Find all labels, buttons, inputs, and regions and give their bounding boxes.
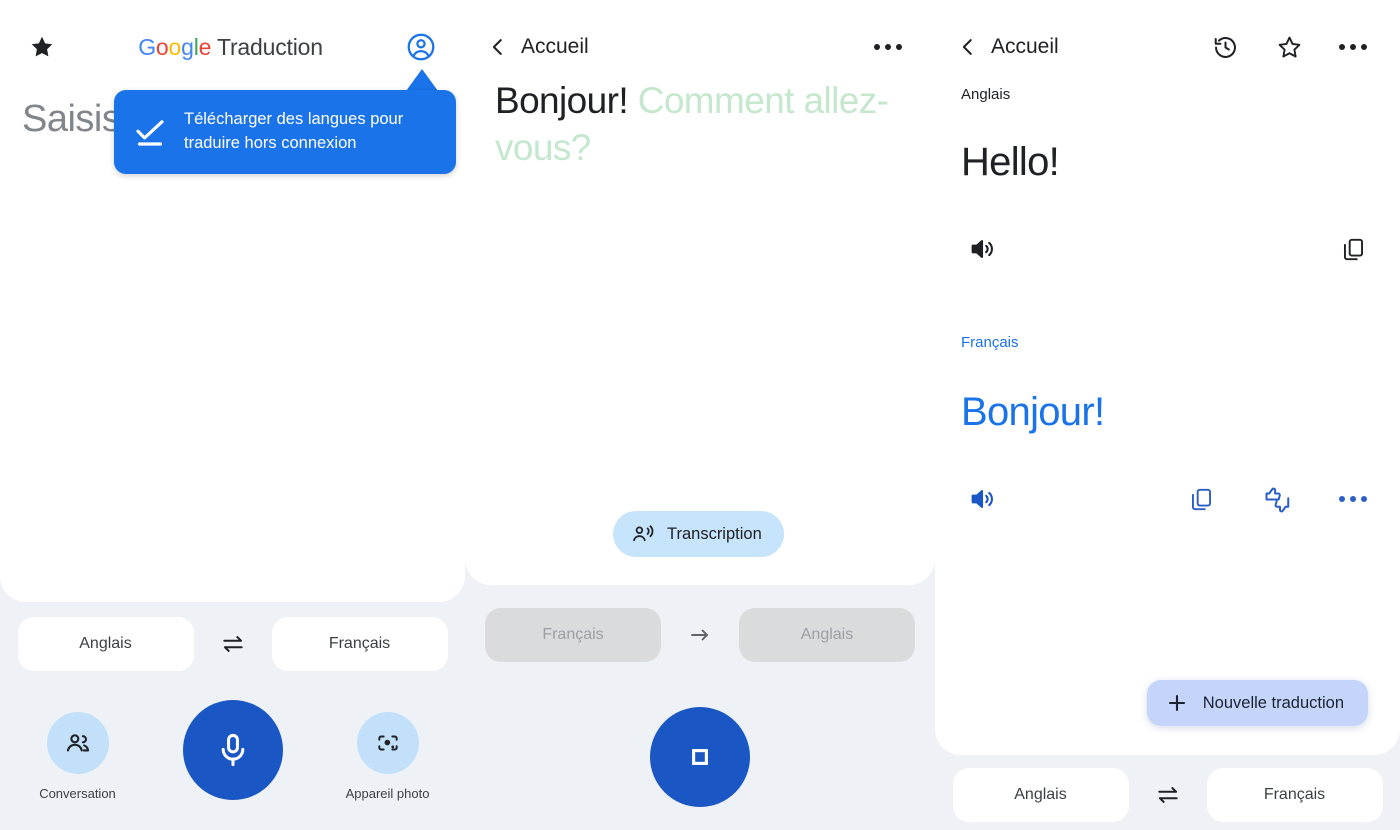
back-button[interactable]: Accueil bbox=[957, 35, 1059, 59]
logo-letter-o2: o bbox=[168, 33, 182, 60]
panel-home: Google Traduction Saisis Télécharger des… bbox=[0, 0, 465, 830]
target-language-chip[interactable]: Français bbox=[1206, 768, 1383, 822]
star-outline-icon[interactable] bbox=[1268, 26, 1310, 68]
microphone-icon bbox=[182, 700, 283, 800]
tooltip-text: Télécharger des langues pour traduire ho… bbox=[184, 108, 403, 156]
source-text: Hello! bbox=[961, 140, 1060, 184]
microphone-button[interactable] bbox=[155, 700, 310, 800]
product-name: Traduction bbox=[211, 33, 323, 60]
panel1-language-bar: Anglais Français bbox=[0, 617, 465, 671]
tooltip-line-2: traduire hors connexion bbox=[184, 133, 357, 152]
logo-letter-e: e bbox=[198, 33, 212, 60]
panel3-language-bar: Anglais Français bbox=[935, 768, 1400, 822]
panel3-card bbox=[935, 0, 1400, 755]
text-input-placeholder[interactable]: Saisis bbox=[22, 98, 121, 141]
volume-up-icon[interactable] bbox=[961, 478, 1003, 520]
copy-icon[interactable] bbox=[1332, 228, 1374, 270]
account-circle-icon[interactable] bbox=[399, 25, 443, 69]
more-horizontal-icon[interactable] bbox=[867, 26, 909, 68]
back-label: Accueil bbox=[521, 35, 589, 58]
camera-button[interactable]: Appareil photo bbox=[310, 712, 465, 801]
source-action-row bbox=[961, 228, 1374, 270]
new-translation-label: Nouvelle traduction bbox=[1202, 693, 1344, 712]
star-filled-icon[interactable] bbox=[22, 27, 62, 67]
chevron-left-icon bbox=[487, 36, 509, 58]
transcription-label: Transcription bbox=[667, 524, 762, 543]
screen: Google Traduction Saisis Télécharger des… bbox=[0, 0, 1400, 830]
source-language-chip[interactable]: Anglais bbox=[17, 617, 194, 671]
plus-icon bbox=[1165, 691, 1189, 715]
thumbs-up-down-icon[interactable] bbox=[1256, 478, 1298, 520]
target-language-chip[interactable]: Français bbox=[271, 617, 448, 671]
arrow-right-icon bbox=[661, 623, 739, 647]
camera-lens-icon bbox=[356, 712, 419, 774]
panel1-action-row: Conversation Appareil photo bbox=[0, 700, 465, 801]
source-language-chip: Français bbox=[485, 608, 661, 662]
swap-horizontal-icon[interactable] bbox=[194, 631, 272, 657]
stop-recording-button[interactable] bbox=[465, 707, 935, 807]
logo-letter-g2: g bbox=[181, 33, 194, 60]
tooltip-line-1: Télécharger des langues pour bbox=[184, 110, 404, 128]
transcript-final: Bonjour! bbox=[495, 80, 638, 121]
person-speaking-icon bbox=[631, 522, 655, 546]
panel2-language-bar: Français Anglais bbox=[465, 608, 935, 662]
new-translation-button[interactable]: Nouvelle traduction bbox=[1146, 680, 1368, 726]
download-done-icon bbox=[132, 114, 168, 150]
logo-letter-o1: o bbox=[155, 33, 169, 60]
back-label: Accueil bbox=[991, 35, 1059, 58]
more-horizontal-icon[interactable] bbox=[1332, 26, 1374, 68]
two-people-icon bbox=[46, 712, 109, 774]
tooltip-arrow bbox=[406, 69, 438, 91]
panel1-topbar: Google Traduction bbox=[0, 0, 465, 94]
chevron-left-icon bbox=[957, 36, 979, 58]
offline-languages-tooltip[interactable]: Télécharger des langues pour traduire ho… bbox=[114, 90, 456, 174]
live-transcript: Bonjour! Comment allez-vous? bbox=[495, 78, 907, 172]
panel-translation-result: Accueil Anglais Hello! Français Bonjour!… bbox=[935, 0, 1400, 830]
panel3-topbar: Accueil bbox=[935, 0, 1400, 94]
conversation-button[interactable]: Conversation bbox=[0, 712, 155, 801]
target-action-row bbox=[961, 478, 1374, 520]
source-language-chip[interactable]: Anglais bbox=[952, 768, 1129, 822]
logo-letter-g1: G bbox=[138, 33, 156, 60]
target-language-chip: Anglais bbox=[739, 608, 915, 662]
panel-live-transcribe: Accueil Bonjour! Comment allez-vous? Tra… bbox=[465, 0, 935, 830]
page-title: Google Traduction bbox=[62, 34, 399, 61]
panel2-action-row bbox=[465, 707, 935, 807]
stop-square-icon bbox=[650, 707, 750, 807]
copy-icon[interactable] bbox=[1180, 478, 1222, 520]
camera-label: Appareil photo bbox=[345, 786, 430, 801]
volume-up-icon[interactable] bbox=[961, 228, 1003, 270]
swap-horizontal-icon[interactable] bbox=[1129, 782, 1207, 808]
conversation-label: Conversation bbox=[39, 786, 116, 801]
more-horizontal-icon[interactable] bbox=[1332, 478, 1374, 520]
target-text: Bonjour! bbox=[961, 390, 1105, 434]
transcription-chip[interactable]: Transcription bbox=[613, 511, 784, 557]
history-icon[interactable] bbox=[1204, 26, 1246, 68]
source-language-label: Anglais bbox=[961, 86, 1011, 103]
back-button[interactable]: Accueil bbox=[487, 35, 589, 59]
target-language-label: Français bbox=[961, 334, 1019, 351]
